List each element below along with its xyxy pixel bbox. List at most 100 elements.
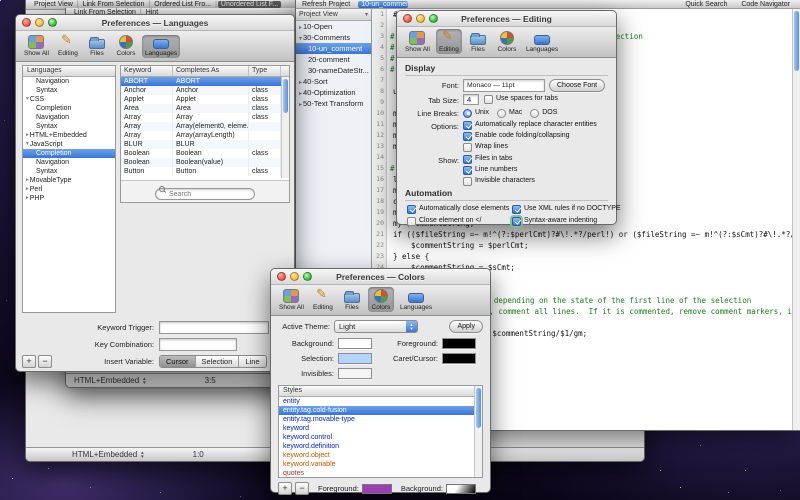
checkbox-line-numbers[interactable]: Line numbers [463,165,535,175]
toolbar-item-files[interactable]: Files [339,287,365,312]
toolbar-item-colors[interactable]: Colors [494,29,520,54]
table-row[interactable]: AppletAppletclass [121,95,289,104]
title-bar[interactable]: Preferences — Editing [397,11,616,27]
language-item-completion[interactable]: Completion [23,149,115,158]
language-item-syntax[interactable]: Syntax [23,167,115,176]
toolbar-item-files[interactable]: Files [465,29,491,54]
background-color-well[interactable] [446,484,476,494]
toolbar-button-project-view[interactable]: Project View [31,1,76,8]
language-item-php[interactable]: ▸PHP [23,194,115,203]
language-item-syntax[interactable]: Syntax [23,122,115,131]
disclosure-triangle-icon[interactable]: ▸ [299,102,302,108]
toolbar-item-colors[interactable]: Colors [113,33,139,58]
remove-style-button[interactable]: − [295,482,309,495]
checkbox-files-in-tabs[interactable]: Files in tabs [463,154,535,164]
table-row[interactable]: ABORTABORT [121,77,289,86]
keyword-trigger-field[interactable] [159,321,269,334]
language-item-syntax[interactable]: Syntax [23,86,115,95]
title-bar[interactable]: Preferences — Languages [16,15,294,31]
checkbox-automatically-replace-character-entities[interactable]: Automatically replace character entities [463,120,597,130]
toolbar-item-colors[interactable]: Colors [368,287,394,312]
toolbar-item-editing[interactable]: Editing [55,33,81,58]
checkbox-invisible-characters[interactable]: Invisible characters [463,176,535,186]
scrollbar-thumb[interactable] [794,11,799,71]
disclosure-triangle-icon[interactable]: ▸ [26,176,29,185]
color-well-foreground[interactable] [442,338,476,349]
title-bar[interactable]: Preferences — Colors [271,269,490,285]
project-item-10-open[interactable]: ▸10-Open [296,21,371,32]
radio-unix[interactable]: Unix [463,108,489,118]
style-item-entity-tag-movable-type[interactable]: entity.tag.movable-type [279,415,482,424]
styles-scrollbar[interactable] [474,386,482,477]
code-navigator-button[interactable]: Code Navigator [741,1,790,8]
table-scrollbar[interactable] [281,77,289,178]
column-header-type[interactable]: Type [249,66,281,76]
language-item-html-embedded[interactable]: ▸HTML+Embedded [23,131,115,140]
close-button[interactable] [277,272,286,281]
style-item-keyword-object[interactable]: keyword.object [279,451,482,460]
scrollbar-thumb[interactable] [476,388,481,428]
scrollbar-thumb[interactable] [283,79,288,113]
table-row[interactable]: BLURBLUR [121,140,289,149]
key-combination-field[interactable] [159,338,237,351]
table-row[interactable]: ArrayArrayclass [121,113,289,122]
disclosure-triangle-icon[interactable]: ▸ [299,25,302,31]
project-item-30-namedatestr[interactable]: 30-nameDateStr... [296,65,371,76]
choose-font-button[interactable]: Choose Font [549,79,605,92]
minimize-button[interactable] [416,14,425,23]
minimize-button[interactable] [290,272,299,281]
add-style-button[interactable]: + [278,482,292,495]
toolbar-item-languages[interactable]: Languages [523,31,561,54]
style-item-keyword-control[interactable]: keyword.control [279,433,482,442]
table-row[interactable]: ArrayArray(arrayLength) [121,131,289,140]
language-item-navigation[interactable]: Navigation [23,158,115,167]
toolbar-item-show-all[interactable]: Show All [402,29,433,54]
toolbar-button-link-from-selection[interactable]: Link From Selection [80,1,148,8]
close-button[interactable] [22,18,31,27]
segment-line[interactable]: Line [239,356,265,367]
color-well-background[interactable] [338,338,372,349]
theme-popup[interactable]: Light ▲▼ [334,320,418,333]
segment-selection[interactable]: Selection [196,356,240,367]
table-row[interactable]: AnchorAnchorclass [121,86,289,95]
table-row[interactable]: BooleanBooleanclass [121,149,289,158]
style-item-keyword-definition[interactable]: keyword.definition [279,442,482,451]
tab-size-field[interactable] [463,94,479,105]
toolbar-item-languages[interactable]: Languages [142,35,180,58]
color-well-invisibles[interactable] [338,368,372,379]
checkbox-close-element-on[interactable]: Close element on </ [407,216,510,226]
language-item-navigation[interactable]: Navigation [23,113,115,122]
project-sidebar-header[interactable]: Project View ▾ [296,9,371,21]
column-header-completes-as[interactable]: Completes As [173,66,249,76]
toolbar-item-languages[interactable]: Languages [397,289,435,312]
minimize-button[interactable] [35,18,44,27]
checkbox-automatically-close-elements[interactable]: Automatically close elements [407,204,510,214]
zoom-button[interactable] [429,14,438,23]
disclosure-triangle-icon[interactable]: ▾ [26,95,29,104]
color-well-caret-cursor[interactable] [442,353,476,364]
checkbox-wrap-lines[interactable]: Wrap lines [463,142,597,152]
toolbar-button-unordered-list-f[interactable]: Unordered List F... [218,1,281,8]
toolbar-item-show-all[interactable]: Show All [21,33,52,58]
color-well-selection[interactable] [338,353,372,364]
checkbox-use-xml-rules-if-no-doctype[interactable]: Use XML rules if no DOCTYPE [512,204,621,214]
style-item-keyword-variable[interactable]: keyword.variable [279,460,482,469]
table-row[interactable]: AreaAreaclass [121,104,289,113]
disclosure-triangle-icon[interactable]: ▸ [299,91,302,97]
language-item-perl[interactable]: ▸Perl [23,185,115,194]
toolbar-button-ordered-list-fro[interactable]: Ordered List Fro... [151,1,214,8]
zoom-button[interactable] [48,18,57,27]
toolbar-item-editing[interactable]: Editing [310,287,336,312]
toolbar-item-editing[interactable]: Editing [436,29,462,54]
table-row[interactable]: ArrayArray(element0, eleme... [121,122,289,131]
disclosure-triangle-icon[interactable]: ▾ [299,36,302,42]
close-button[interactable] [403,14,412,23]
language-item-css[interactable]: ▾CSS [23,95,115,104]
segment-cursor[interactable]: Cursor [160,356,196,367]
disclosure-triangle-icon[interactable]: ▸ [26,185,29,194]
language-item-javascript[interactable]: ▾JavaScript [23,140,115,149]
style-item-entity[interactable]: entity [279,397,482,406]
table-row[interactable]: BooleanBoolean(value) [121,158,289,167]
checkbox-enable-code-folding-collapsing[interactable]: Enable code folding/collapsing [463,131,597,141]
project-item-40-sort[interactable]: ▸40-Sort [296,76,371,87]
